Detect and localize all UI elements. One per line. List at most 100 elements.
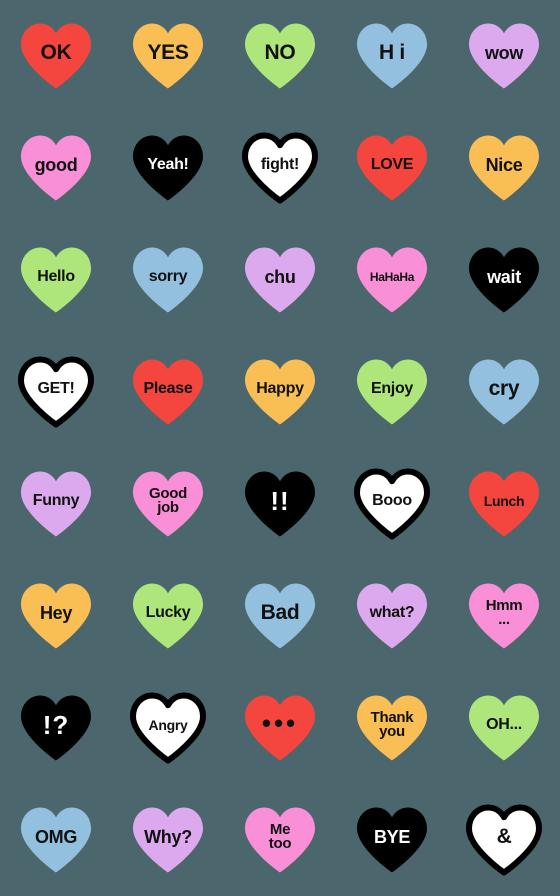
heart-sticker[interactable]: fight!	[241, 132, 319, 204]
sticker-cell[interactable]: Why?	[112, 784, 224, 896]
heart-icon	[357, 807, 427, 873]
sticker-cell[interactable]: BYE	[336, 784, 448, 896]
heart-icon	[357, 359, 427, 425]
sticker-cell[interactable]: NO	[224, 0, 336, 112]
heart-sticker[interactable]: Hey	[17, 580, 95, 652]
sticker-cell[interactable]: cry	[448, 336, 560, 448]
heart-sticker[interactable]: Hello	[17, 244, 95, 316]
sticker-grid: OK YES NO H i wow good Yeah! fight! LOVE Nice Hell…	[0, 0, 560, 896]
sticker-cell[interactable]: !?	[0, 672, 112, 784]
sticker-cell[interactable]: HaHaHa	[336, 224, 448, 336]
heart-icon	[133, 359, 203, 425]
heart-icon	[357, 247, 427, 313]
heart-icon	[242, 132, 318, 204]
sticker-cell[interactable]: wait	[448, 224, 560, 336]
heart-sticker[interactable]: HaHaHa	[353, 244, 431, 316]
heart-sticker[interactable]: LOVE	[353, 132, 431, 204]
heart-sticker[interactable]: Enjoy	[353, 356, 431, 428]
heart-icon	[357, 135, 427, 201]
heart-sticker[interactable]: Thank you	[353, 692, 431, 764]
heart-sticker[interactable]: OK	[17, 20, 95, 92]
heart-sticker[interactable]: Why?	[129, 804, 207, 876]
heart-sticker[interactable]: Lunch	[465, 468, 543, 540]
sticker-cell[interactable]: •••	[224, 672, 336, 784]
sticker-cell[interactable]: Me too	[224, 784, 336, 896]
sticker-cell[interactable]: Good job	[112, 448, 224, 560]
heart-icon	[469, 583, 539, 649]
heart-icon	[357, 695, 427, 761]
sticker-cell[interactable]: wow	[448, 0, 560, 112]
sticker-cell[interactable]: sorry	[112, 224, 224, 336]
sticker-cell[interactable]: Enjoy	[336, 336, 448, 448]
sticker-cell[interactable]: OH...	[448, 672, 560, 784]
sticker-cell[interactable]: !!	[224, 448, 336, 560]
sticker-cell[interactable]: Hey	[0, 560, 112, 672]
heart-sticker[interactable]: Me too	[241, 804, 319, 876]
heart-sticker[interactable]: GET!	[17, 356, 95, 428]
heart-sticker[interactable]: sorry	[129, 244, 207, 316]
heart-icon	[21, 135, 91, 201]
heart-sticker[interactable]: wow	[465, 20, 543, 92]
sticker-cell[interactable]: Hmm ...	[448, 560, 560, 672]
heart-sticker[interactable]: cry	[465, 356, 543, 428]
sticker-cell[interactable]: Happy	[224, 336, 336, 448]
heart-sticker[interactable]: OMG	[17, 804, 95, 876]
sticker-cell[interactable]: Booo	[336, 448, 448, 560]
sticker-cell[interactable]: OK	[0, 0, 112, 112]
sticker-cell[interactable]: what?	[336, 560, 448, 672]
sticker-cell[interactable]: Thank you	[336, 672, 448, 784]
heart-icon	[469, 135, 539, 201]
heart-icon	[21, 471, 91, 537]
heart-sticker[interactable]: BYE	[353, 804, 431, 876]
heart-sticker[interactable]: Hmm ...	[465, 580, 543, 652]
heart-sticker[interactable]: NO	[241, 20, 319, 92]
sticker-cell[interactable]: Hello	[0, 224, 112, 336]
heart-icon	[245, 583, 315, 649]
sticker-cell[interactable]: Please	[112, 336, 224, 448]
heart-sticker[interactable]: Please	[129, 356, 207, 428]
heart-sticker[interactable]: chu	[241, 244, 319, 316]
sticker-cell[interactable]: Yeah!	[112, 112, 224, 224]
heart-sticker[interactable]: Booo	[353, 468, 431, 540]
sticker-cell[interactable]: GET!	[0, 336, 112, 448]
heart-sticker[interactable]: Nice	[465, 132, 543, 204]
sticker-cell[interactable]: Lucky	[112, 560, 224, 672]
heart-icon	[21, 23, 91, 89]
heart-icon	[469, 359, 539, 425]
sticker-cell[interactable]: fight!	[224, 112, 336, 224]
sticker-cell[interactable]: OMG	[0, 784, 112, 896]
heart-sticker[interactable]: what?	[353, 580, 431, 652]
heart-sticker[interactable]: OH...	[465, 692, 543, 764]
sticker-cell[interactable]: LOVE	[336, 112, 448, 224]
heart-sticker[interactable]: H i	[353, 20, 431, 92]
heart-sticker[interactable]: Bad	[241, 580, 319, 652]
sticker-cell[interactable]: good	[0, 112, 112, 224]
heart-icon	[357, 23, 427, 89]
sticker-cell[interactable]: &	[448, 784, 560, 896]
sticker-cell[interactable]: Funny	[0, 448, 112, 560]
sticker-cell[interactable]: YES	[112, 0, 224, 112]
heart-sticker[interactable]: Lucky	[129, 580, 207, 652]
heart-sticker[interactable]: Yeah!	[129, 132, 207, 204]
heart-sticker[interactable]: wait	[465, 244, 543, 316]
heart-icon	[21, 695, 91, 761]
heart-sticker[interactable]: Good job	[129, 468, 207, 540]
heart-sticker[interactable]: Happy	[241, 356, 319, 428]
sticker-cell[interactable]: Lunch	[448, 448, 560, 560]
heart-sticker[interactable]: Funny	[17, 468, 95, 540]
sticker-cell[interactable]: chu	[224, 224, 336, 336]
heart-sticker[interactable]: !!	[241, 468, 319, 540]
heart-icon	[21, 247, 91, 313]
heart-icon	[133, 807, 203, 873]
heart-sticker[interactable]: YES	[129, 20, 207, 92]
heart-sticker[interactable]: &	[465, 804, 543, 876]
heart-sticker[interactable]: Angry	[129, 692, 207, 764]
sticker-cell[interactable]: Bad	[224, 560, 336, 672]
heart-icon	[245, 359, 315, 425]
heart-sticker[interactable]: !?	[17, 692, 95, 764]
heart-sticker[interactable]: good	[17, 132, 95, 204]
sticker-cell[interactable]: Nice	[448, 112, 560, 224]
sticker-cell[interactable]: H i	[336, 0, 448, 112]
sticker-cell[interactable]: Angry	[112, 672, 224, 784]
heart-sticker[interactable]: •••	[241, 692, 319, 764]
